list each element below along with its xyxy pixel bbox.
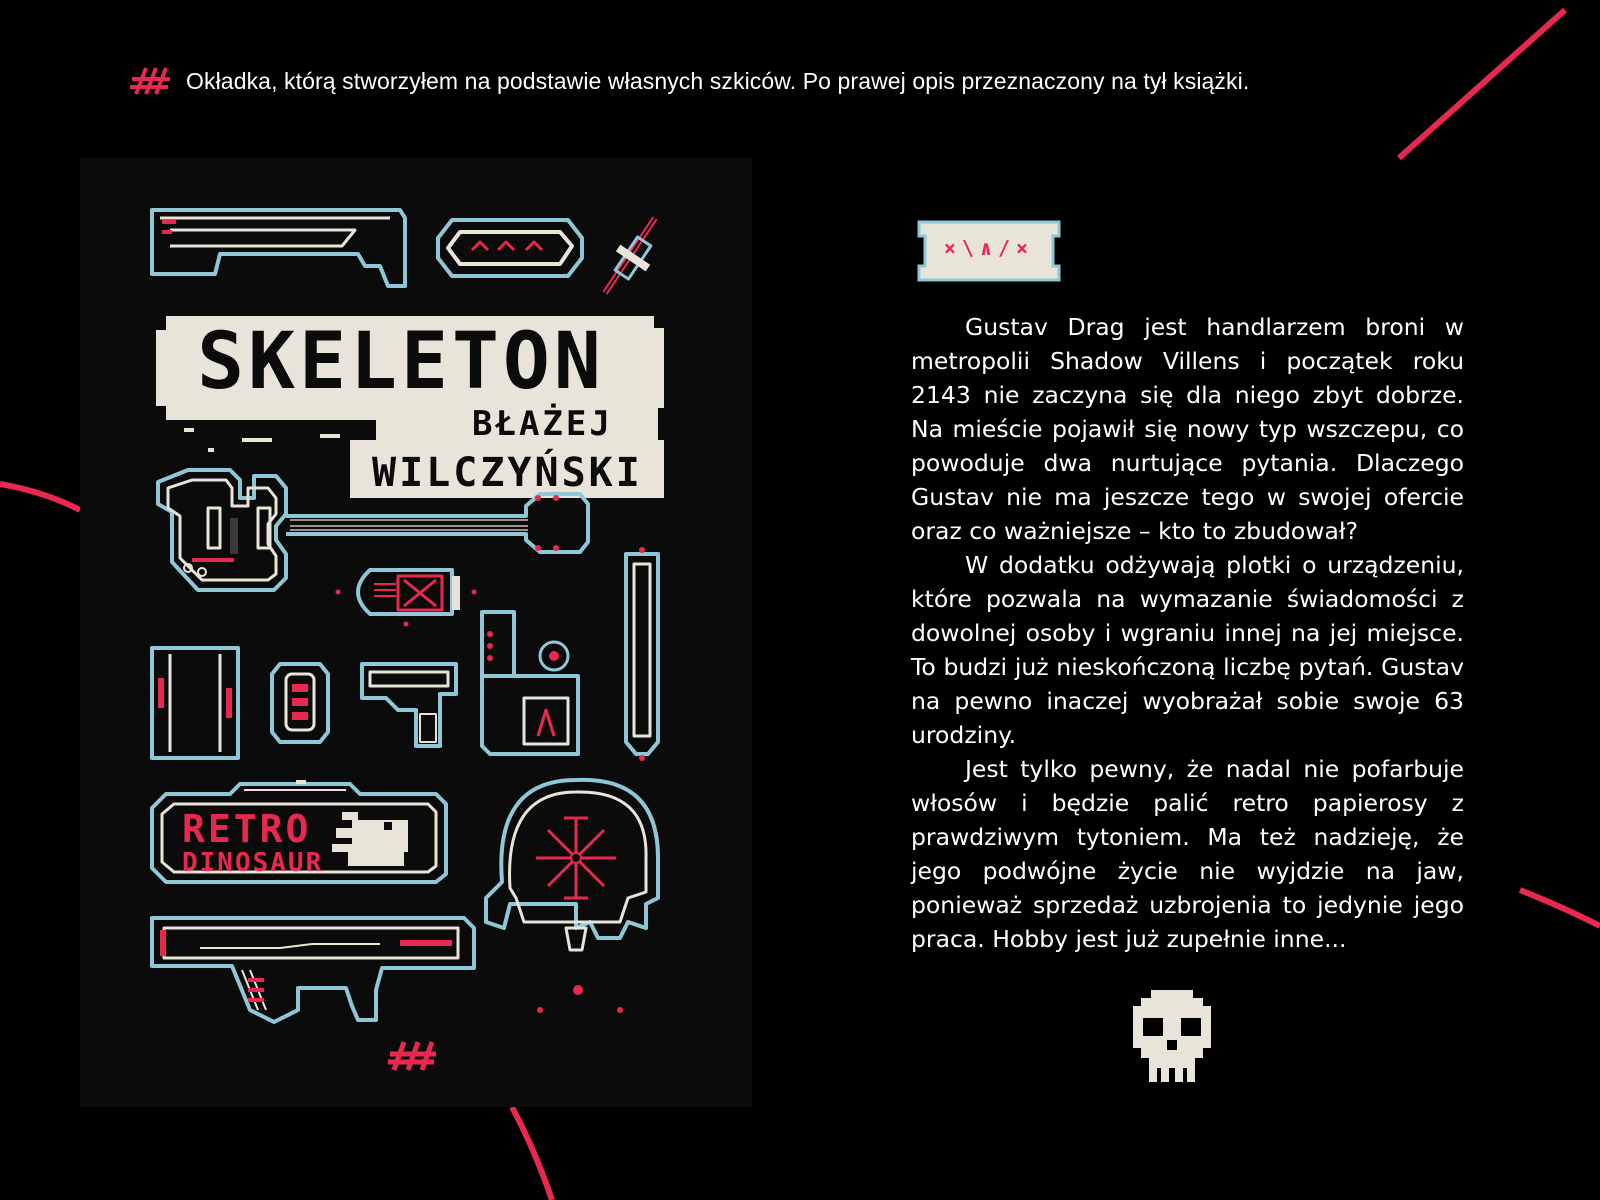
bullet-icon xyxy=(335,568,477,627)
right-arc xyxy=(1518,887,1600,929)
skull-helmet-icon xyxy=(484,777,660,1013)
book-description: Gustav Drag jest handlarzem broni w metr… xyxy=(911,310,1464,956)
description-paragraph-1: Gustav Drag jest handlarzem broni w metr… xyxy=(911,313,1464,545)
pistol-icon xyxy=(360,662,458,748)
left-arc xyxy=(0,481,82,513)
book-title: SKELETON xyxy=(197,317,605,407)
blaster-icon xyxy=(150,916,476,1024)
hash-slashes-icon-cover xyxy=(388,1041,436,1071)
pixel-skull-icon xyxy=(1133,990,1211,1082)
crossed-sticks-icon xyxy=(602,216,658,295)
caption: Okładka, którą stworzyłem na podstawie w… xyxy=(130,66,1249,96)
description-paragraph-2: W dodatku odżywają plotki o urządzeniu, … xyxy=(911,551,1464,749)
author-last-name: WILCZYŃSKI xyxy=(372,450,643,496)
author-first-name: BŁAŻEJ xyxy=(472,404,613,444)
vertical-device-icon xyxy=(150,646,240,760)
capsule-plate-icon xyxy=(436,218,584,278)
cover-artwork xyxy=(150,208,664,1071)
dinosaur-skull-icon xyxy=(332,812,408,866)
tall-capsule-icon xyxy=(624,547,660,761)
plate-glyphs: ×\∧/× xyxy=(943,236,1035,260)
badge-line-1: RETRO xyxy=(182,807,312,851)
rifle-top-icon xyxy=(150,208,407,288)
caption-text: Okładka, którą stworzyłem na podstawie w… xyxy=(186,67,1250,94)
badge-line-2: DINOSAUR xyxy=(182,848,324,878)
hash-slashes-icon xyxy=(130,67,170,95)
bottom-arc xyxy=(509,1105,555,1200)
lighter-icon xyxy=(480,610,580,756)
description-paragraph-3: Jest tylko pewny, że nadal nie pofarbuje… xyxy=(911,755,1464,953)
top-right-line xyxy=(1397,7,1567,161)
retro-dinosaur-label: RETRO DINOSAUR xyxy=(182,810,342,876)
book-cover: SKELETON BŁAŻEJ WILCZYŃSKI RETRO DINOSAU… xyxy=(80,158,752,1107)
pill-icon xyxy=(270,662,330,744)
